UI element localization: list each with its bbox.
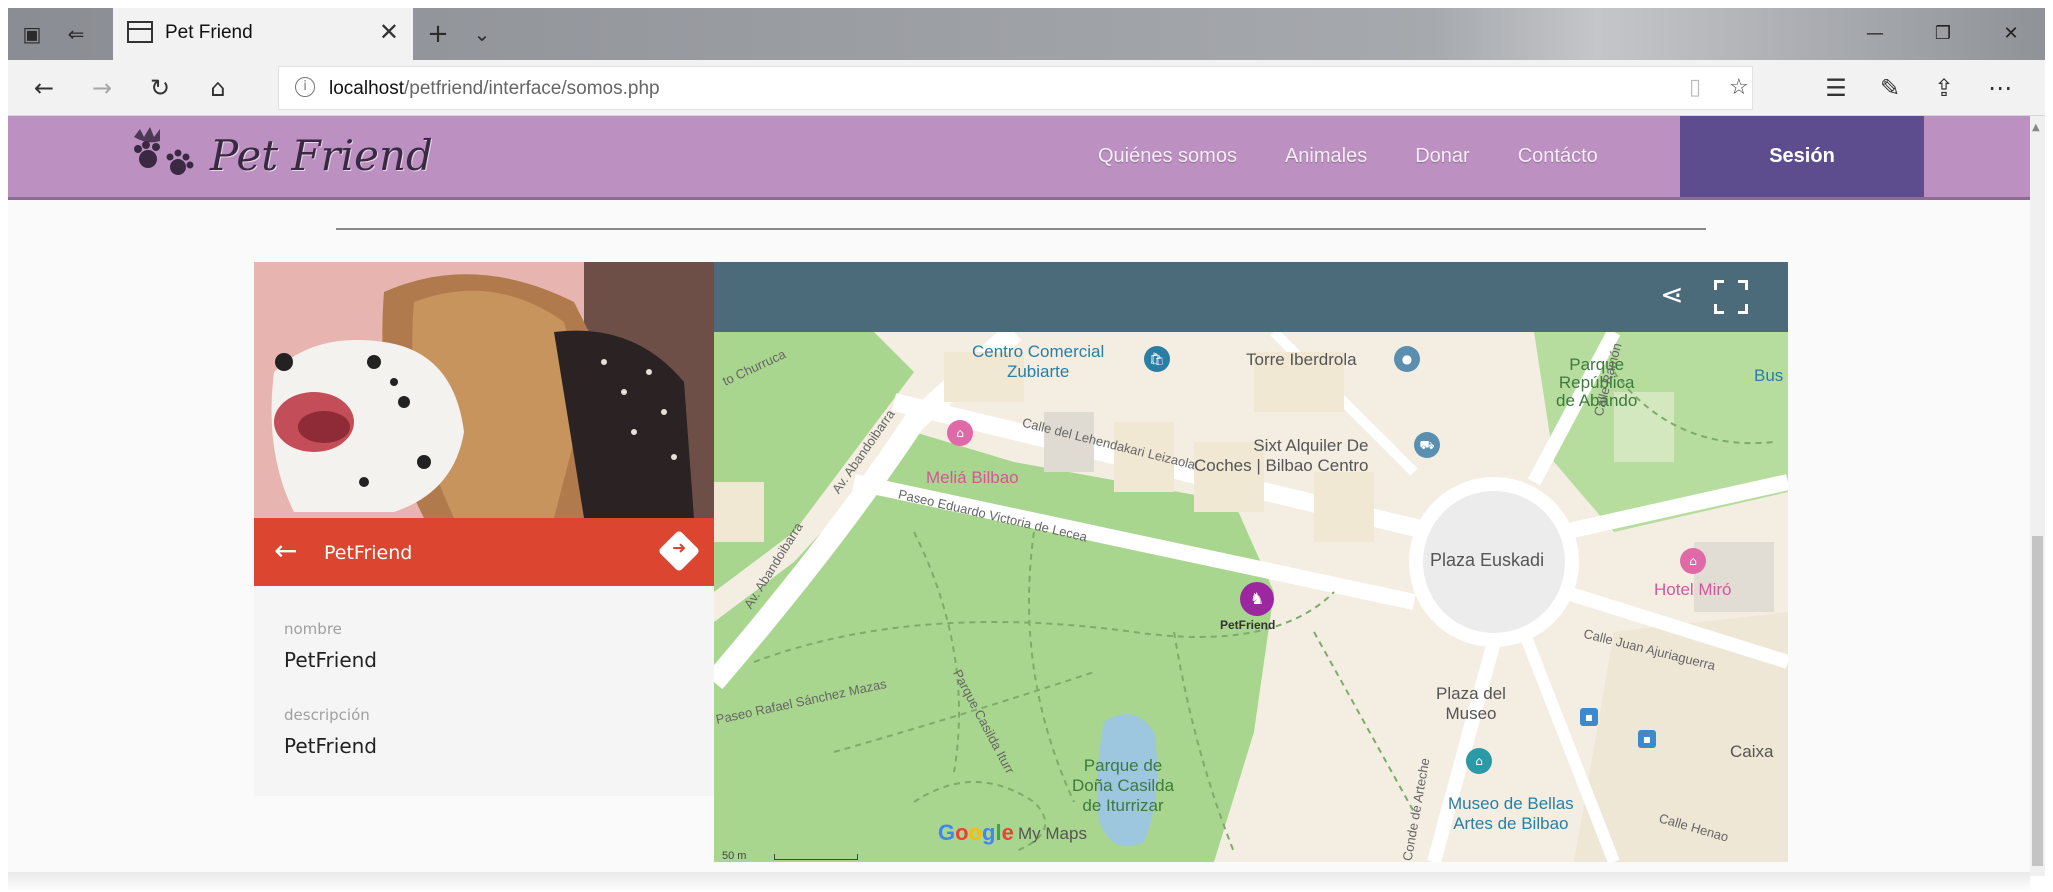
map-scale-bar	[774, 854, 858, 860]
bus-stop-icon[interactable]: ▪	[1580, 708, 1598, 726]
favorite-star-icon[interactable]: ☆	[1729, 75, 1749, 100]
hotel-pin-icon[interactable]: ⌂	[947, 420, 973, 446]
nav-animales[interactable]: Animales	[1285, 145, 1367, 168]
fullscreen-icon[interactable]	[1714, 280, 1748, 314]
map-label-melia: Meliá Bilbao	[926, 468, 1019, 487]
museum-pin-icon[interactable]: ⌂	[1466, 748, 1492, 774]
map-label-museo: Museo de Bellas Artes de Bilbao	[1448, 794, 1574, 833]
home-icon[interactable]: ⌂	[202, 73, 234, 103]
place-pin-icon[interactable]: ●	[1394, 346, 1420, 372]
close-window-button[interactable]: ✕	[1977, 8, 2045, 60]
nav-contacto[interactable]: Contácto	[1518, 145, 1598, 168]
site-logo[interactable]: Pet Friend	[126, 120, 433, 190]
url-field[interactable]: i localhost/petfriend/interface/somos.ph…	[278, 66, 1753, 110]
map-label-bus: Bus T	[1754, 366, 1788, 385]
tab-title: Pet Friend	[165, 22, 253, 43]
directions-icon[interactable]	[657, 529, 701, 573]
google-logo: Google	[938, 820, 1014, 845]
map-label-parque-dona-casilda: Parque de Doña Casilda de Iturrizar	[1072, 756, 1175, 815]
page-bottom-edge	[8, 872, 2030, 892]
field-label-descripcion: descripción	[284, 706, 370, 724]
bus-stop-icon[interactable]: ▪	[1638, 730, 1656, 748]
field-value-descripcion: PetFriend	[284, 734, 377, 758]
map-label-plaza-euskadi: Plaza Euskadi	[1430, 550, 1545, 570]
address-bar: ← → ↻ ⌂ i localhost/petfriend/interface/…	[8, 60, 2045, 116]
new-tab-icon[interactable]: +	[424, 20, 452, 48]
map-label-hotel-miro: Hotel Miró	[1654, 580, 1732, 599]
map-share-icon[interactable]: ⋖	[1654, 278, 1690, 314]
back-icon[interactable]: ←	[28, 73, 60, 103]
map-label-centro: Centro Comercial Zubiarte	[972, 342, 1105, 381]
close-tab-icon[interactable]: ✕	[379, 18, 399, 46]
window-controls: — ❐ ✕	[1841, 8, 2045, 60]
info-icon[interactable]: i	[295, 77, 315, 97]
tab-bar: ▣ ⇐ Pet Friend ✕ + ⌄ — ❐ ✕	[8, 8, 2045, 60]
field-value-nombre: PetFriend	[284, 648, 377, 672]
minimize-button[interactable]: —	[1841, 8, 1909, 60]
map-label-torre: Torre Iberdrola	[1246, 350, 1357, 369]
car-rental-pin-icon[interactable]: ⛟	[1414, 432, 1440, 458]
nav-donar[interactable]: Donar	[1415, 145, 1469, 168]
url-text: localhost/petfriend/interface/somos.php	[329, 78, 660, 99]
main-nav: Quiénes somos Animales Donar Contácto	[1098, 116, 1598, 197]
place-title-bar: ← PetFriend	[254, 518, 714, 586]
page-icon	[127, 21, 153, 43]
tab-pet-friend[interactable]: Pet Friend ✕	[113, 8, 413, 60]
paw-logo-icon	[126, 125, 206, 185]
site-header: Pet Friend Quiénes somos Animales Donar …	[8, 116, 2030, 200]
map-label-petfriend: PetFriend	[1220, 618, 1276, 632]
forward-icon[interactable]: →	[86, 73, 118, 103]
map-canvas[interactable]: 🛍 ● ⛟ ⌂ ⌂ ♞ ⌂ ▪ ▪ Centro Comercial Zubiar…	[714, 332, 1788, 862]
tab-list-icon[interactable]: ⌄	[468, 20, 496, 48]
restore-button[interactable]: ❐	[1909, 8, 1977, 60]
embedded-map[interactable]: ⋖ 🛍 ● ⛟ ⌂ ⌂ ♞ ⌂ ▪ ▪ Centro Comercial Zub…	[714, 262, 1788, 862]
back-arrow-icon[interactable]: ←	[274, 534, 297, 567]
shopping-pin-icon[interactable]: 🛍	[1144, 346, 1170, 372]
session-button[interactable]: Sesión	[1680, 116, 1924, 197]
petfriend-marker-icon[interactable]: ♞	[1240, 582, 1274, 616]
map-label-plaza-museo: Plaza del Museo	[1436, 684, 1506, 723]
page-scrollbar[interactable]: ▲	[2030, 116, 2045, 876]
map-scale-label: 50 m	[722, 850, 747, 862]
map-toolbar: ⋖	[714, 262, 1788, 332]
scroll-thumb[interactable]	[2032, 536, 2043, 866]
my-maps-label: My Maps	[1018, 824, 1087, 843]
map-label-caixa: Caixa	[1730, 742, 1774, 761]
logo-text: Pet Friend	[210, 130, 433, 180]
place-title: PetFriend	[324, 542, 413, 564]
field-label-nombre: nombre	[284, 620, 342, 638]
share-icon[interactable]: ⇪	[1928, 73, 1960, 103]
place-info-panel: ← PetFriend nombre PetFriend descripción…	[254, 262, 714, 862]
tab-preview-icon[interactable]: ▣	[18, 20, 46, 48]
place-photo	[254, 262, 714, 518]
tabs-aside-icon[interactable]: ⇐	[62, 20, 90, 48]
panel-footer	[254, 796, 714, 862]
browser-window: ▣ ⇐ Pet Friend ✕ + ⌄ — ❐ ✕ ← → ↻ ⌂ i loc…	[0, 0, 2053, 892]
refresh-icon[interactable]: ↻	[144, 73, 176, 103]
hotel-miro-pin-icon[interactable]: ⌂	[1680, 548, 1706, 574]
reading-view-icon[interactable]: ▯	[1689, 75, 1701, 100]
nav-quienes-somos[interactable]: Quiénes somos	[1098, 145, 1237, 168]
favorites-icon[interactable]: ☰	[1820, 73, 1852, 103]
map-label-sixt: Sixt Alquiler De Coches | Bilbao Centro	[1194, 436, 1369, 475]
divider	[336, 228, 1706, 230]
more-icon[interactable]: ⋯	[1984, 73, 2016, 103]
scroll-up-icon[interactable]: ▲	[2032, 122, 2040, 133]
pen-icon[interactable]: ✎	[1874, 73, 1906, 103]
page-content: ← PetFriend nombre PetFriend descripción…	[8, 200, 2030, 872]
